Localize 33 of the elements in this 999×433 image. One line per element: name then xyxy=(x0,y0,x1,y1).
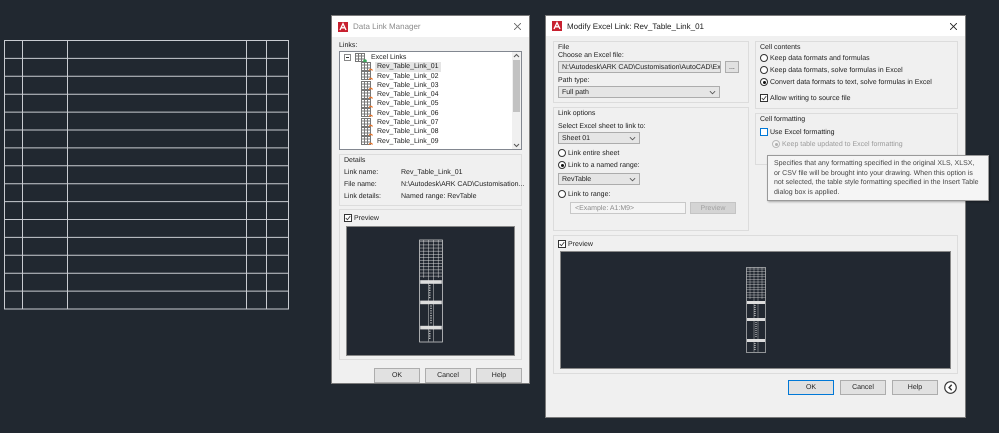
radio-button[interactable] xyxy=(558,190,566,198)
radio-button[interactable] xyxy=(760,54,768,62)
table-link-icon xyxy=(361,71,373,82)
table-link-icon xyxy=(361,62,373,72)
radio-button[interactable] xyxy=(558,161,566,169)
table-link-icon xyxy=(361,118,373,128)
app-icon xyxy=(552,21,562,31)
chevron-up-icon[interactable] xyxy=(513,53,520,58)
table-link-icon xyxy=(355,52,367,63)
close-icon[interactable] xyxy=(950,22,957,30)
chevron-down-icon[interactable] xyxy=(629,176,636,182)
table-link-icon xyxy=(361,99,373,110)
chevron-left-icon[interactable] xyxy=(944,381,957,394)
table-link-icon xyxy=(361,90,373,100)
window-title: Data Link Manager xyxy=(353,22,422,31)
checkbox[interactable] xyxy=(344,214,352,222)
chevron-down-icon[interactable] xyxy=(629,136,636,140)
table-link-icon xyxy=(361,108,373,118)
chevron-down-icon[interactable] xyxy=(513,143,520,148)
table-link-icon xyxy=(361,80,373,91)
radio-button[interactable] xyxy=(760,66,768,74)
checkbox[interactable] xyxy=(760,94,768,102)
scrollbar[interactable] xyxy=(512,52,521,149)
checkbox[interactable] xyxy=(558,240,566,248)
radio-button[interactable] xyxy=(760,78,768,86)
checkbox[interactable] xyxy=(760,128,768,136)
radio-button[interactable] xyxy=(558,149,566,157)
table-link-icon xyxy=(361,136,373,146)
table-link-icon xyxy=(361,127,373,138)
app-icon xyxy=(338,22,348,32)
window-title: Modify Excel Link: Rev_Table_Link_01 xyxy=(567,22,705,30)
chevron-down-icon[interactable] xyxy=(709,90,716,94)
collapse-icon[interactable] xyxy=(344,54,351,62)
